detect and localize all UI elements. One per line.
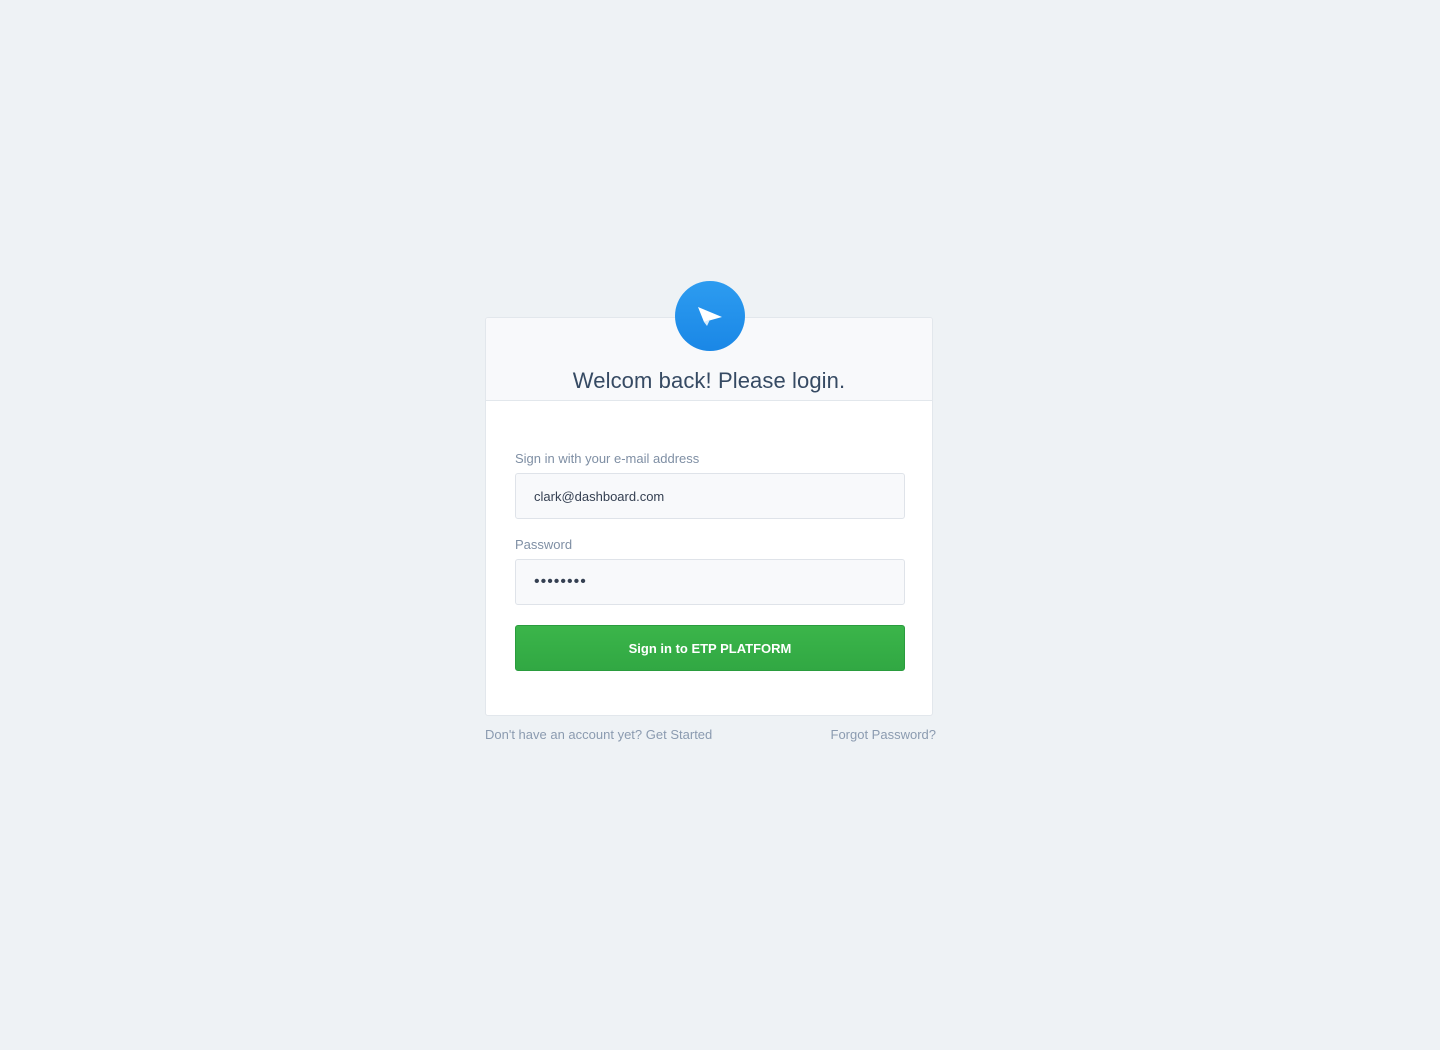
page-title: Welcom back! Please login. <box>572 368 846 393</box>
login-page: Welcom back! Please login. Sign in with … <box>0 0 1440 1050</box>
signup-prompt: Don't have an account yet? Get Started <box>485 727 712 742</box>
login-card: Welcom back! Please login. Sign in with … <box>485 317 933 716</box>
paper-plane-icon <box>698 307 722 326</box>
no-account-text: Don't have an account yet? <box>485 727 643 742</box>
sign-in-button[interactable]: Sign in to ETP PLATFORM <box>515 625 905 671</box>
password-field[interactable] <box>515 559 905 605</box>
logo <box>675 281 745 351</box>
forgot-password-link[interactable]: Forgot Password? <box>831 727 937 742</box>
email-field[interactable] <box>515 473 905 519</box>
password-label: Password <box>515 537 573 552</box>
email-label: Sign in with your e-mail address <box>515 451 700 466</box>
get-started-link[interactable]: Get Started <box>646 727 712 742</box>
